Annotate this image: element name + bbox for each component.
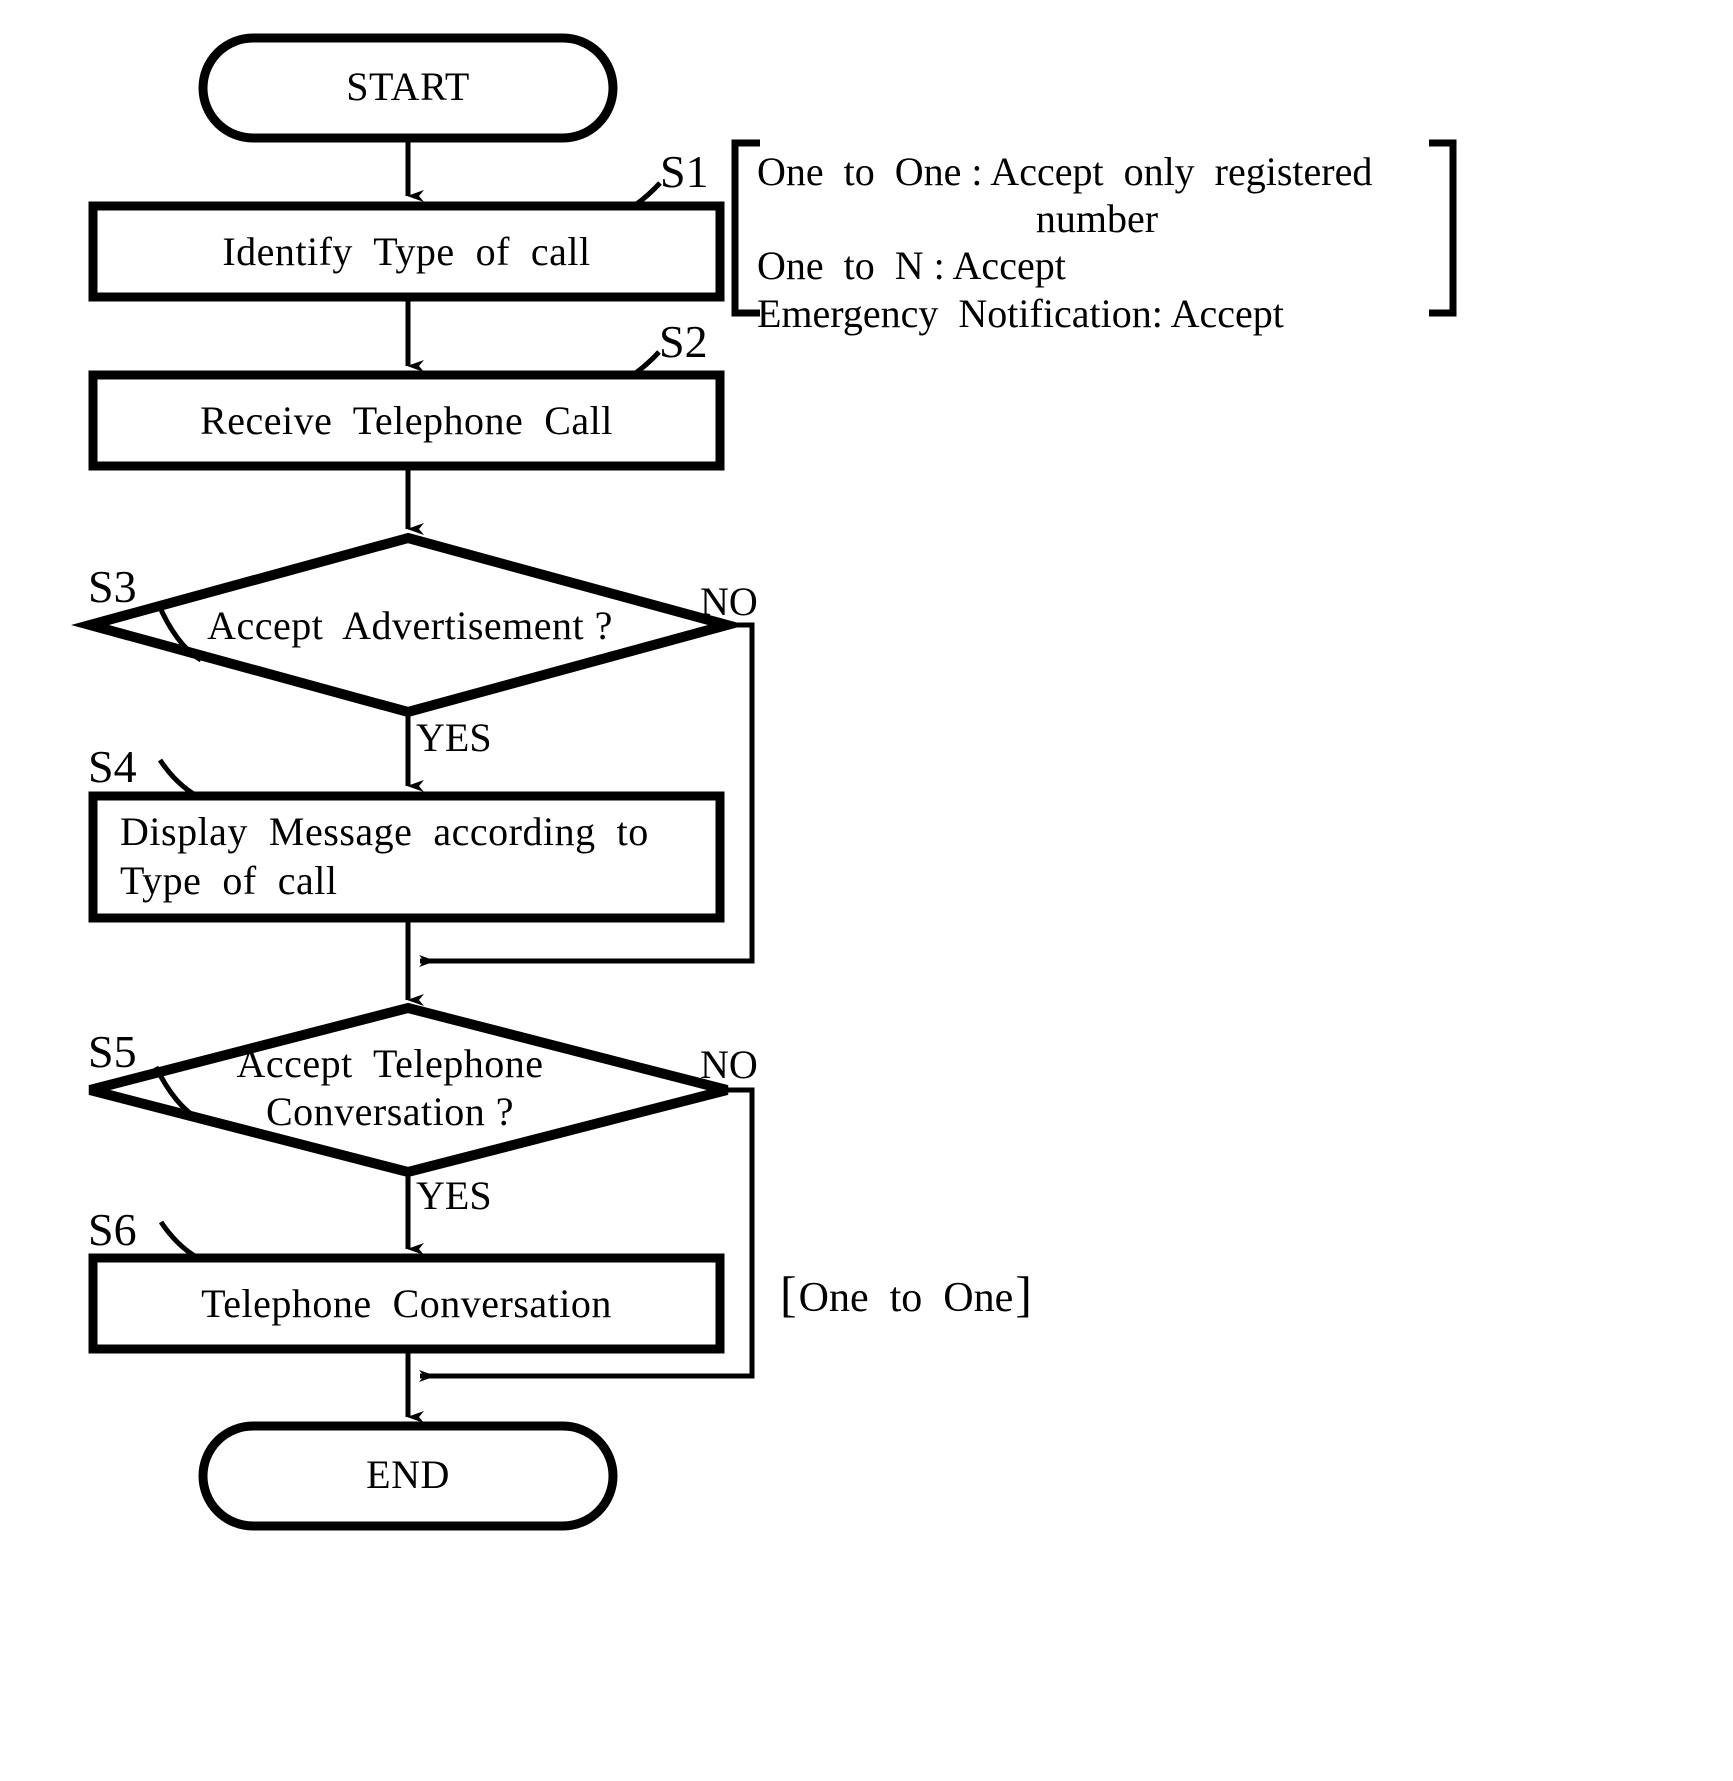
branch-label-s3-no: NO: [700, 579, 758, 624]
one-to-one-annotation: [ One to One ]: [780, 1266, 1032, 1322]
call-type-line-2: number: [1035, 196, 1159, 242]
step-id-s6: S6: [88, 1204, 137, 1255]
step-id-s3: S3: [88, 561, 137, 612]
step-id-s4: S4: [88, 741, 137, 792]
branch-label-s3-yes: YES: [416, 715, 492, 760]
call-type-line-3: One to N : Accept: [757, 243, 1066, 289]
call-type-line-4: Emergency Notification: Accept: [757, 290, 1284, 336]
step-id-s2: S2: [659, 316, 708, 367]
leader-s4: [157, 758, 199, 799]
branch-label-s5-yes: YES: [416, 1173, 492, 1218]
leader-s6: [158, 1220, 200, 1261]
node-s3-label: Accept Advertisement ?: [207, 603, 613, 648]
call-type-annotation: One to One : Accept only registered numb…: [757, 148, 1437, 337]
node-s2-label: Receive Telephone Call: [200, 398, 613, 443]
node-s5-label-line2: Conversation ?: [265, 1089, 515, 1134]
node-s6-label: Telephone Conversation: [201, 1281, 612, 1326]
step-id-s5: S5: [88, 1026, 137, 1077]
one-to-one-bracket-close: ]: [1015, 1266, 1032, 1322]
one-to-one-bracket-open: [: [780, 1266, 797, 1322]
call-type-line-1: One to One : Accept only registered: [757, 149, 1373, 194]
node-s1-label: Identify Type of call: [222, 229, 591, 274]
flowchart-page: START S1 Identify Type of call S2 Receiv…: [0, 0, 1733, 1781]
node-end-label: END: [366, 1452, 450, 1497]
node-s5-label-line1: Accept Telephone: [236, 1041, 544, 1086]
node-start-label: START: [346, 64, 470, 109]
node-s4-label-line2: Type of call: [120, 858, 338, 903]
branch-label-s5-no: NO: [700, 1042, 758, 1087]
one-to-one-label: One to One: [798, 1275, 1014, 1321]
step-id-s1: S1: [660, 146, 709, 197]
node-s4-label-line1: Display Message according to: [120, 809, 649, 854]
